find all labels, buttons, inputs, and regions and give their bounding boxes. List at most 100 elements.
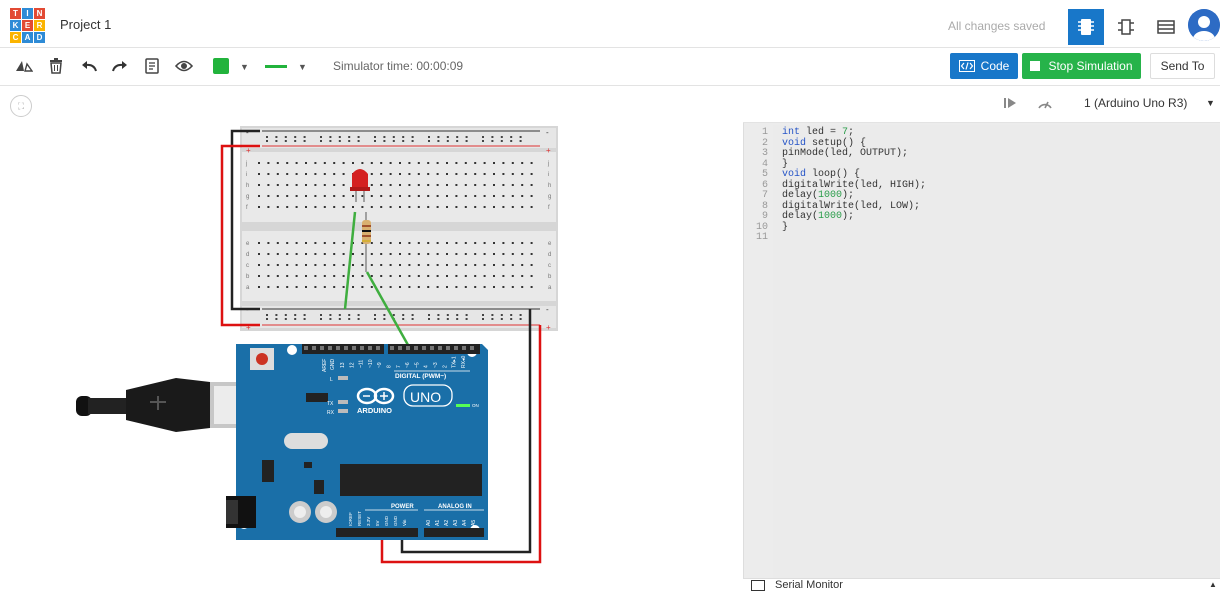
- serial-monitor-bar[interactable]: Serial Monitor ▲: [743, 578, 1220, 592]
- hole: [521, 275, 524, 277]
- usb-cable[interactable]: [76, 378, 258, 432]
- hole: [323, 162, 326, 164]
- hole: [483, 195, 486, 197]
- hole: [314, 286, 317, 288]
- hole: [323, 275, 326, 277]
- rail-hole: [510, 318, 513, 320]
- hole: [314, 206, 317, 208]
- hole: [267, 275, 270, 277]
- logo-letter: R: [34, 20, 45, 31]
- stop-simulation-button[interactable]: Stop Simulation: [1022, 53, 1141, 79]
- hole: [530, 286, 533, 288]
- arduino-uno-board[interactable]: AREF GND 13 12 ~11 ~10 ~9 8 7 ~6 ~5 4 ~3 2 TX▸1 RX◂0 …: [226, 344, 488, 540]
- hole: [305, 162, 307, 164]
- hole: [483, 242, 486, 244]
- component-list-button[interactable]: [1148, 9, 1184, 45]
- hole: [455, 264, 458, 266]
- circuit-canvas[interactable]: - + - + - + - + jjiihhggffeeddccbbaa ARE…: [0, 87, 743, 592]
- line-style-swatch[interactable]: [265, 65, 287, 68]
- rail-hole: [411, 314, 414, 316]
- send-to-button[interactable]: Send To: [1150, 53, 1215, 79]
- debug-icon[interactable]: [1037, 96, 1053, 110]
- hole: [314, 275, 317, 277]
- code-editor[interactable]: int led = 7; void setup() {pinMode(led, O…: [773, 125, 1220, 580]
- header-pin: [462, 346, 466, 350]
- rail-hole: [428, 318, 430, 320]
- digital-pin-label: TX▸1: [452, 356, 458, 368]
- hole: [323, 264, 326, 266]
- hole: [342, 264, 345, 266]
- notes-button[interactable]: [142, 56, 162, 76]
- rotate-button[interactable]: [14, 56, 34, 76]
- zoom-to-fit-button[interactable]: ⛶: [10, 95, 32, 117]
- tinkercad-logo[interactable]: TIN KER CAD: [10, 8, 46, 44]
- hole: [361, 162, 364, 164]
- hole: [305, 206, 307, 208]
- hole: [342, 206, 345, 208]
- hole: [399, 173, 401, 175]
- redo-button[interactable]: [110, 56, 130, 76]
- row-letter: c: [548, 263, 551, 269]
- hole: [408, 264, 411, 266]
- hole: [436, 173, 439, 175]
- undo-button[interactable]: [79, 56, 99, 76]
- rail-hole: [357, 318, 360, 320]
- hole: [521, 264, 524, 266]
- hole: [399, 184, 401, 186]
- line-number: 6: [761, 179, 768, 191]
- hole: [493, 195, 495, 197]
- hole: [314, 264, 317, 266]
- rail-hole: [500, 136, 503, 138]
- row-letter: h: [246, 183, 249, 189]
- hole: [323, 206, 326, 208]
- visibility-button[interactable]: [174, 56, 194, 76]
- code-line: int led = 7;: [782, 127, 855, 138]
- hole: [276, 253, 279, 255]
- hole: [333, 242, 336, 244]
- undo-icon: [82, 61, 97, 72]
- hole: [276, 275, 279, 277]
- code-line: }: [782, 221, 789, 233]
- hole: [370, 162, 373, 164]
- device-select[interactable]: 1 (Arduino Uno R3): [1084, 96, 1187, 110]
- circuit-view-button[interactable]: [1068, 9, 1104, 45]
- rail-hole: [392, 314, 395, 316]
- hole: [333, 206, 336, 208]
- hole: [276, 195, 279, 197]
- expand-up-icon[interactable]: ▲: [1209, 580, 1217, 589]
- hole: [286, 173, 289, 175]
- hole: [464, 286, 467, 288]
- code-button[interactable]: Code: [950, 53, 1018, 79]
- row-letter: d: [548, 252, 551, 258]
- rail-hole: [500, 314, 503, 316]
- gnd-label: GND: [330, 359, 336, 371]
- hole: [474, 275, 477, 277]
- analog-pin-label: A2: [444, 520, 450, 526]
- hole: [436, 195, 439, 197]
- rail-hole: [392, 140, 395, 142]
- project-title[interactable]: Project 1: [60, 17, 111, 32]
- line-dropdown-chevron-icon[interactable]: ▼: [298, 62, 307, 72]
- hole: [258, 242, 260, 244]
- hole: [436, 286, 439, 288]
- hole: [455, 206, 458, 208]
- hole: [530, 184, 533, 186]
- rail-hole: [383, 140, 386, 142]
- color-swatch[interactable]: [213, 58, 229, 74]
- hole: [464, 195, 467, 197]
- code-line: pinMode(led, OUTPUT);: [782, 148, 909, 159]
- user-avatar[interactable]: [1188, 9, 1220, 41]
- color-dropdown-chevron-icon[interactable]: ▼: [240, 62, 249, 72]
- schematic-view-button[interactable]: [1108, 9, 1144, 45]
- hole: [370, 206, 373, 208]
- step-icon[interactable]: [1003, 97, 1017, 109]
- code-line: delay(1000);: [782, 190, 855, 201]
- row-letter: h: [548, 183, 551, 189]
- rail-hole: [303, 314, 306, 316]
- hole: [464, 206, 467, 208]
- digital-pin-label: ~6: [405, 362, 411, 368]
- delete-button[interactable]: [46, 56, 66, 76]
- device-chevron-down-icon[interactable]: ▼: [1206, 98, 1215, 108]
- hole: [427, 242, 430, 244]
- breadboard[interactable]: - + - + - + - + j ji ih hg gf fe ed dc cb ba a: [240, 126, 558, 332]
